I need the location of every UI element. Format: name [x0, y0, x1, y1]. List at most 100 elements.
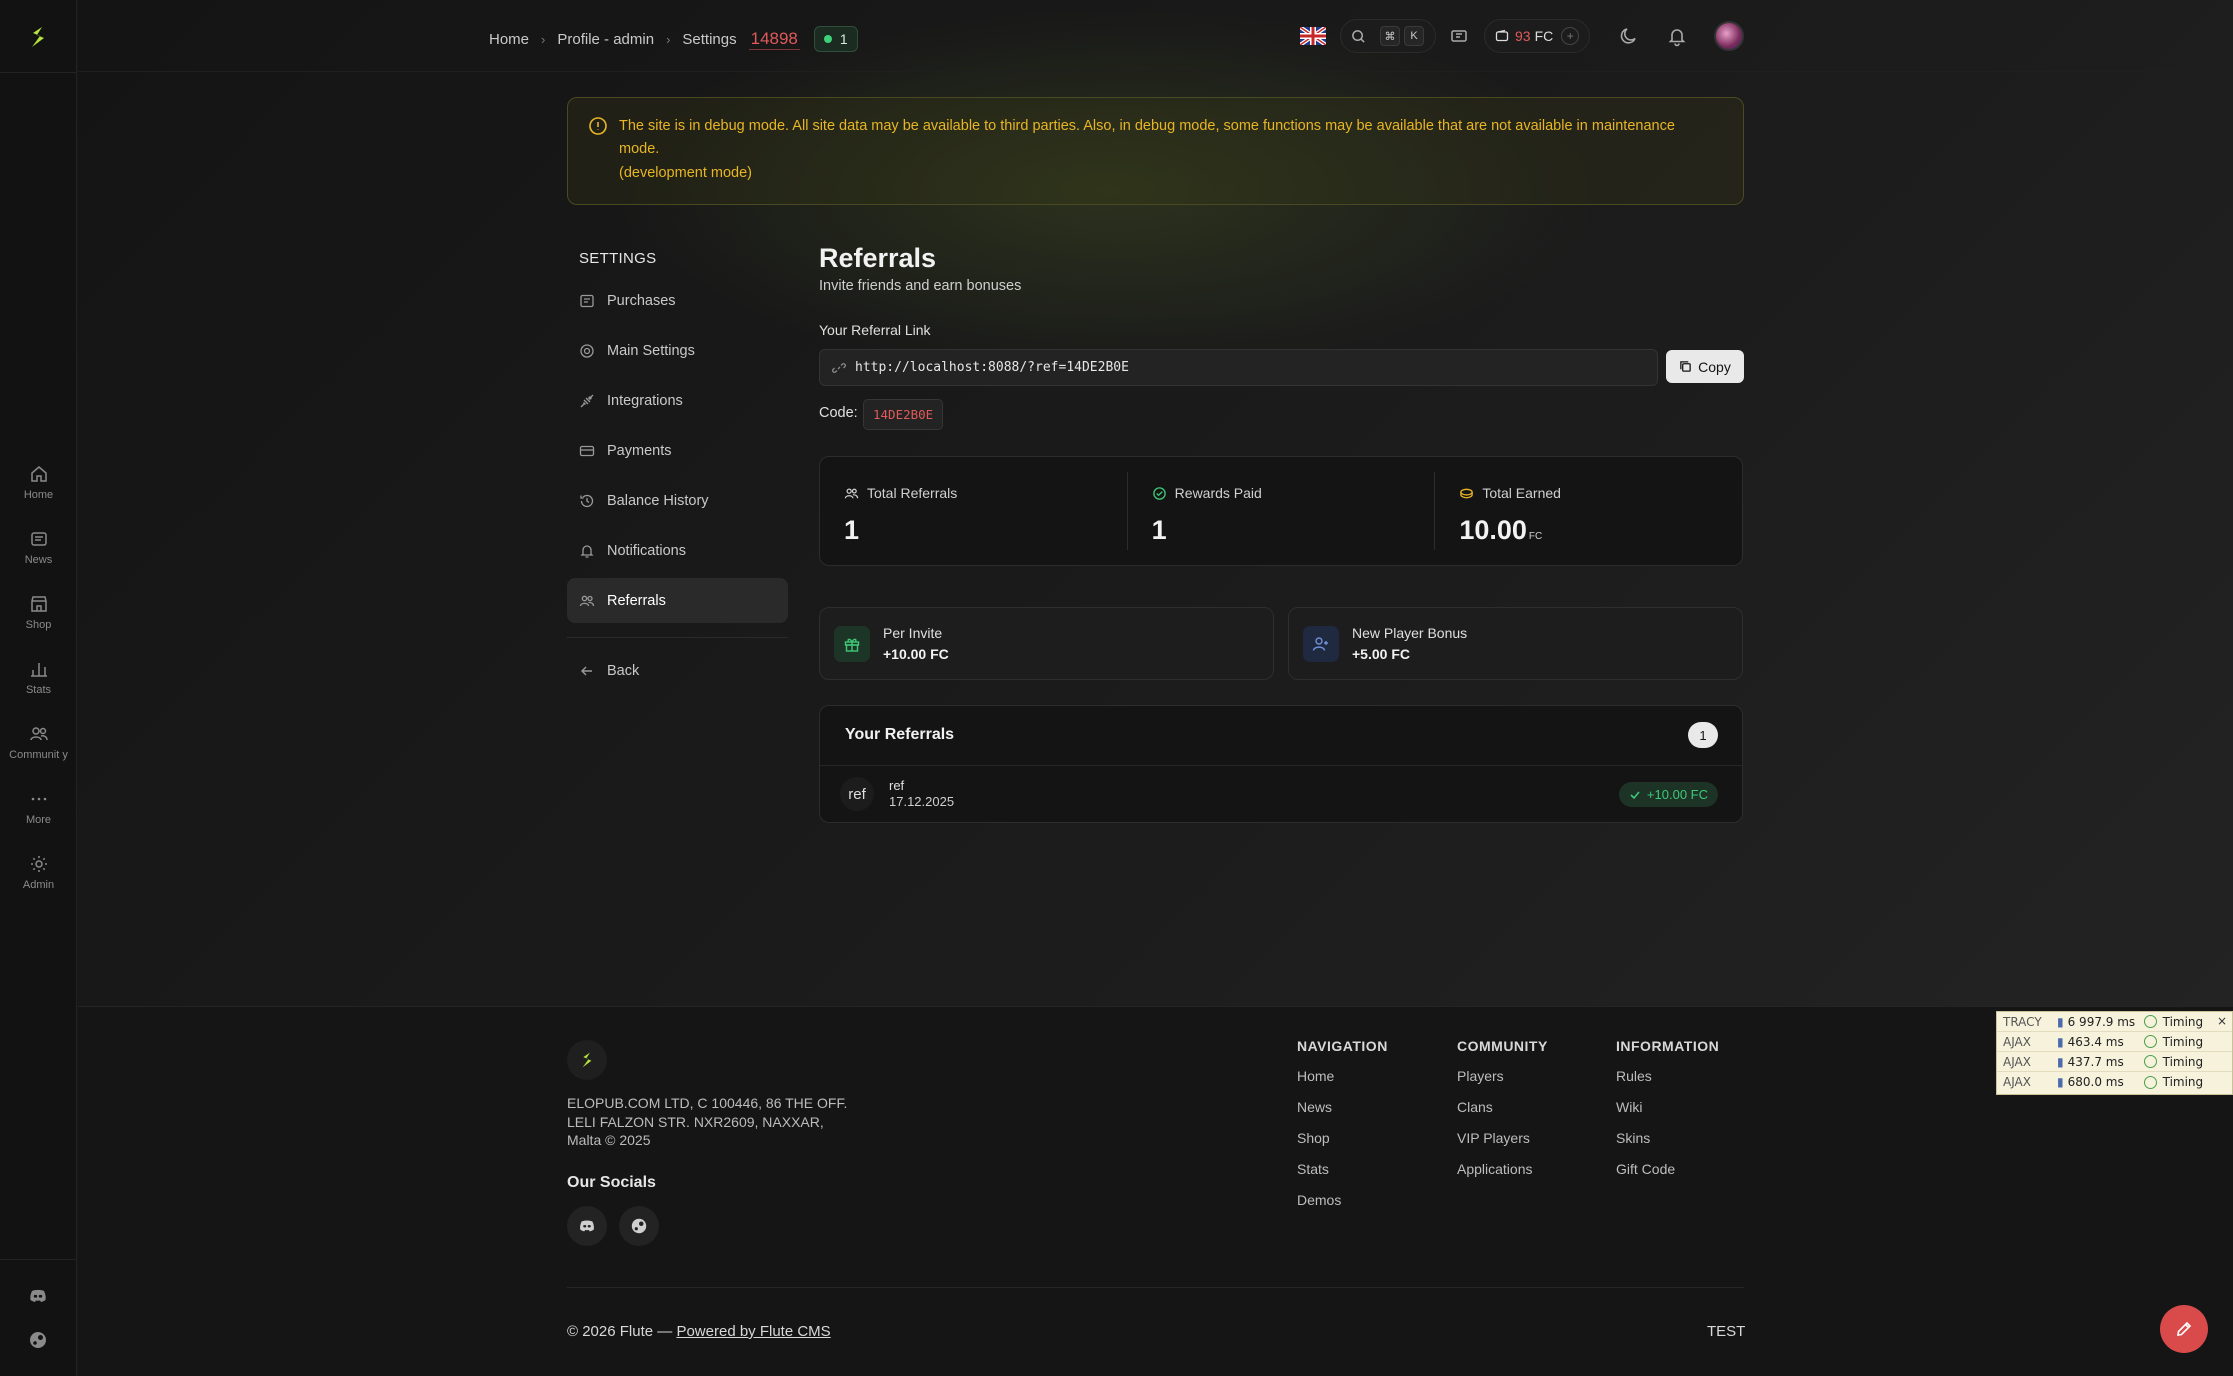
check-circle-icon: [1152, 486, 1166, 500]
breadcrumb-profile[interactable]: Profile - admin: [557, 31, 654, 48]
online-count: 1: [839, 31, 848, 47]
tracy-label: AJAX: [2003, 1034, 2031, 1049]
breadcrumb: Home › Profile - admin › Settings 14898 …: [489, 26, 858, 52]
moon-icon[interactable]: [1618, 25, 1640, 47]
uk-flag-icon[interactable]: [1300, 27, 1326, 45]
footer-link[interactable]: Players: [1457, 1068, 1548, 1099]
page-title: Referrals: [819, 243, 937, 273]
footer-link[interactable]: Shop: [1297, 1130, 1388, 1161]
tracy-ms: 437.7 ms: [2067, 1054, 2124, 1069]
add-balance-button[interactable]: +: [1561, 27, 1580, 45]
rail-item-shop[interactable]: Shop: [0, 580, 77, 645]
tracy-label: AJAX: [2003, 1075, 2031, 1089]
clock-icon: [2143, 1075, 2157, 1089]
debug-banner-subtext: (development mode): [619, 165, 752, 181]
referral-link-value: http://localhost:8088/?ref=14DE2B0E: [855, 360, 1129, 375]
coins-icon: [1460, 488, 1474, 498]
footer-link[interactable]: Applications: [1457, 1161, 1548, 1192]
rail-item-more[interactable]: More: [0, 775, 77, 840]
gift-icon-wrap: [834, 626, 870, 662]
breadcrumb-home[interactable]: Home: [489, 31, 529, 48]
settings-icon: [580, 343, 594, 358]
footer-link[interactable]: Stats: [1297, 1161, 1388, 1192]
tracy-row[interactable]: AJAX ▮ 680.0 ms Timing: [1997, 1072, 2232, 1092]
chevron-right-icon: ›: [666, 31, 671, 47]
copy-button[interactable]: Copy: [1666, 350, 1744, 383]
tracy-label: TRACY: [2003, 1014, 2042, 1029]
stat-value: 10.00: [1459, 515, 1527, 545]
footer-col-title: NAVIGATION: [1297, 1038, 1388, 1054]
footer-link[interactable]: Gift Code: [1616, 1161, 1719, 1192]
footer-link[interactable]: News: [1297, 1099, 1388, 1130]
footer-link[interactable]: Home: [1297, 1068, 1388, 1099]
discord-icon[interactable]: [28, 1286, 48, 1306]
back-button[interactable]: Back: [567, 648, 788, 693]
bell-icon[interactable]: [1666, 25, 1688, 47]
steam-icon[interactable]: [28, 1330, 48, 1350]
search-button[interactable]: ⌘ K: [1340, 19, 1436, 53]
stat-label: Total Earned: [1482, 485, 1561, 501]
gift-icon: [844, 638, 860, 652]
footer-link[interactable]: Wiki: [1616, 1099, 1719, 1130]
clock-icon: [2143, 1035, 2157, 1048]
rail-item-home[interactable]: Home: [0, 450, 77, 515]
discord-button[interactable]: [567, 1206, 607, 1246]
settings-item-referrals[interactable]: Referrals: [567, 578, 788, 623]
flute-logo-icon[interactable]: [23, 22, 53, 52]
edit-fab-button[interactable]: [2160, 1305, 2208, 1353]
news-icon: [30, 531, 47, 546]
stat-label: Total Referrals: [867, 485, 958, 501]
powered-by-link[interactable]: Powered by Flute CMS: [676, 1323, 830, 1340]
rail-item-community[interactable]: Communit y: [0, 710, 77, 775]
tracy-row[interactable]: AJAX ▮ 463.4 ms Timing: [1997, 1032, 2232, 1052]
settings-item-main-settings[interactable]: Main Settings: [567, 328, 788, 373]
bell-icon: [580, 544, 594, 558]
avatar: ref: [840, 777, 874, 811]
footer-link[interactable]: Demos: [1297, 1192, 1388, 1223]
copyright: © 2026 Flute — Powered by Flute CMS: [567, 1323, 831, 1340]
settings-item-purchases[interactable]: Purchases: [567, 278, 788, 323]
settings-item-notifications[interactable]: Notifications: [567, 528, 788, 573]
referral-link-field[interactable]: http://localhost:8088/?ref=14DE2B0E: [819, 349, 1658, 386]
bar-chart-icon: ▮: [2057, 1014, 2064, 1029]
footer-link[interactable]: Clans: [1457, 1099, 1548, 1130]
rail-item-news[interactable]: News: [0, 515, 77, 580]
footer-logo[interactable]: [567, 1040, 607, 1080]
footer-link[interactable]: Skins: [1616, 1130, 1719, 1161]
rail-item-stats[interactable]: Stats: [0, 645, 77, 710]
stat-value: 1: [844, 515, 860, 545]
tracy-row[interactable]: TRACY ▮ 6 997.9 ms Timing: [1997, 1012, 2232, 1032]
close-icon[interactable]: ×: [2217, 1014, 2227, 1028]
steam-button[interactable]: [619, 1206, 659, 1246]
referrals-icon: [579, 595, 595, 606]
search-icon: [1352, 29, 1365, 43]
tracy-label: AJAX: [2003, 1054, 2031, 1069]
rail-nav: Home News Shop Stats Communit y More Adm…: [0, 450, 77, 905]
code-label: Code:: [819, 405, 858, 421]
settings-item-label: Payments: [607, 442, 672, 459]
rail-item-label: Admin: [22, 878, 55, 891]
settings-item-payments[interactable]: Payments: [567, 428, 788, 473]
bar-chart-icon: ▮: [2057, 1075, 2064, 1089]
breadcrumb-settings[interactable]: Settings: [682, 31, 736, 48]
tracy-debug-bar[interactable]: TRACY ▮ 6 997.9 ms Timing AJAX ▮ 463.4 m…: [1996, 1011, 2233, 1095]
online-dot-icon: [823, 35, 832, 43]
stat-label: Rewards Paid: [1174, 485, 1262, 501]
ticket-icon[interactable]: [1448, 25, 1470, 47]
user-plus-icon: [1312, 637, 1328, 651]
clock-icon: [2143, 1055, 2157, 1068]
settings-item-integrations[interactable]: Integrations: [567, 378, 788, 423]
page-subtitle: Invite friends and earn bonuses: [819, 278, 1022, 294]
referral-code[interactable]: 14DE2B0E: [863, 399, 944, 430]
online-badge[interactable]: 1: [813, 26, 858, 52]
avatar[interactable]: [1714, 21, 1745, 51]
footer-link[interactable]: VIP Players: [1457, 1130, 1548, 1161]
referral-name: ref: [889, 778, 905, 793]
footer-link[interactable]: Rules: [1616, 1068, 1719, 1099]
discord-icon: [580, 1220, 594, 1232]
balance-widget[interactable]: 93 FC +: [1484, 19, 1591, 53]
tracy-row[interactable]: AJAX ▮ 437.7 ms Timing: [1997, 1052, 2232, 1072]
per-invite-label: Per Invite: [883, 625, 943, 641]
settings-item-balance-history[interactable]: Balance History: [567, 478, 788, 523]
rail-item-admin[interactable]: Admin: [0, 840, 77, 905]
